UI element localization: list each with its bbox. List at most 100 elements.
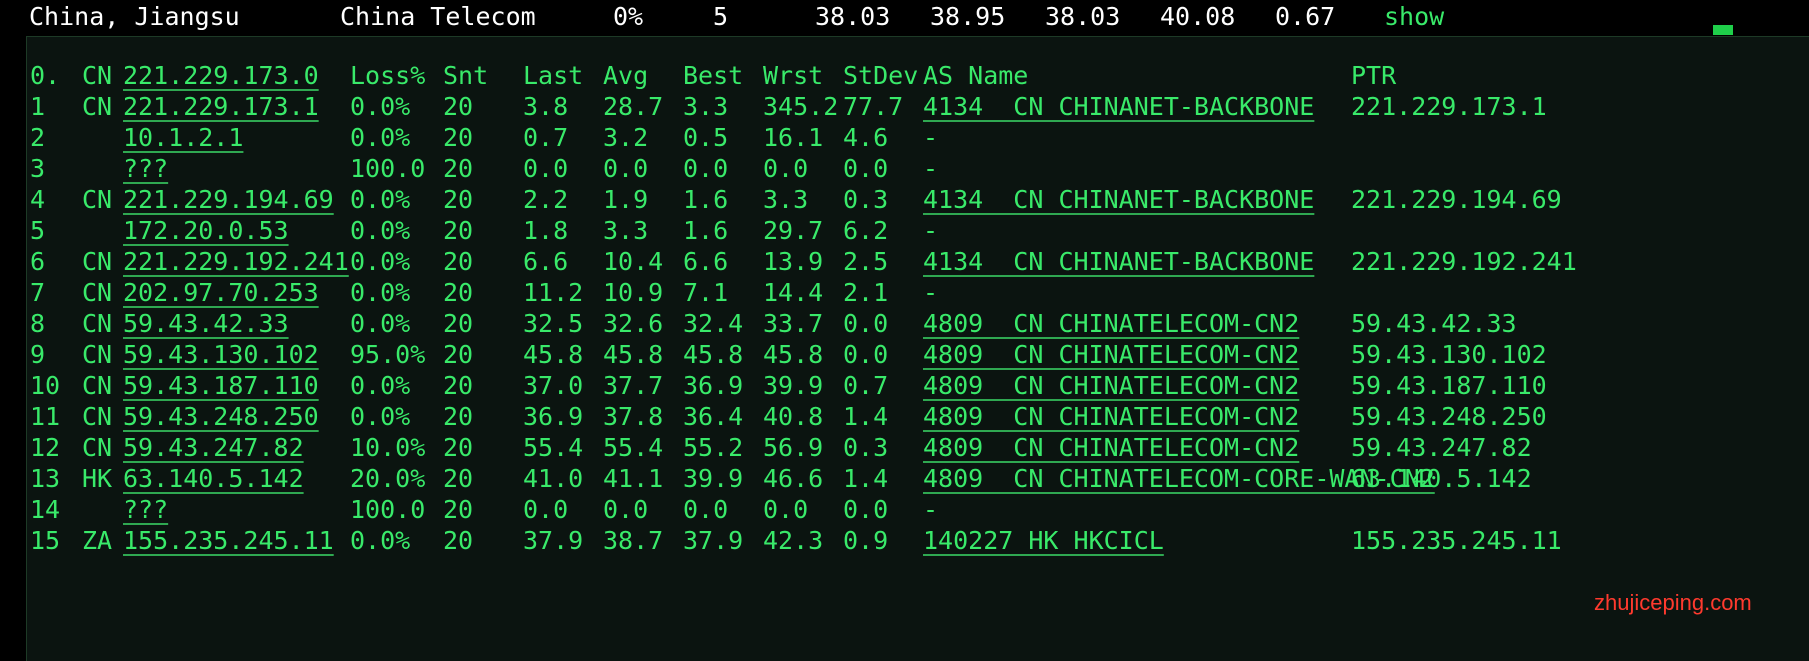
- hop-row-9-wrst: 45.8: [763, 340, 824, 369]
- hop-row-9-stdev: 0.0: [843, 340, 889, 369]
- hop-row-8-ip[interactable]: 59.43.42.33: [123, 307, 289, 341]
- hop-row-3-ip[interactable]: ???: [123, 152, 168, 186]
- hop-row-13-wrst: 46.6: [763, 464, 824, 493]
- summary-best: 38.03: [1045, 2, 1121, 31]
- header-cc: CN: [82, 61, 113, 90]
- header-hop: 0.: [30, 61, 61, 90]
- hop-row-9-ptr: 59.43.130.102: [1351, 340, 1547, 369]
- hop-row-13-ptr: 63.140.5.142: [1351, 464, 1532, 493]
- hop-row-11-stdev: 1.4: [843, 402, 889, 431]
- hop-row-7-avg: 10.9: [603, 278, 664, 307]
- hop-row-15-ip[interactable]: 155.235.245.11: [123, 524, 334, 558]
- hop-row-15-stdev: 0.9: [843, 526, 889, 555]
- hop-row-6-hop: 6: [30, 247, 46, 276]
- hop-row-12-wrst: 56.9: [763, 433, 824, 462]
- hop-row-2-last: 0.7: [523, 123, 569, 152]
- hop-row-5-ip[interactable]: 172.20.0.53: [123, 214, 289, 248]
- summary-bar: China, Jiangsu China Telecom 0% 5 38.03 …: [0, 0, 1809, 36]
- hop-row-12-ip[interactable]: 59.43.247.82: [123, 431, 304, 465]
- hop-row-4-ip[interactable]: 221.229.194.69: [123, 183, 334, 217]
- hop-row-2-loss: 0.0%: [350, 123, 411, 152]
- hop-row-15-snt: 20: [443, 526, 474, 555]
- hop-row-10-cc: CN: [82, 371, 113, 400]
- hop-row-5-avg: 3.3: [603, 216, 649, 245]
- hop-row-5-best: 1.6: [683, 216, 729, 245]
- hop-row-13-avg: 41.1: [603, 464, 664, 493]
- hop-row-1-as[interactable]: 4134 CN CHINANET-BACKBONE: [923, 90, 1314, 124]
- hop-row-11-hop: 11: [30, 402, 61, 431]
- hop-row-5-stdev: 6.2: [843, 216, 889, 245]
- hop-row-10-ptr: 59.43.187.110: [1351, 371, 1547, 400]
- hop-row-15-cc: ZA: [82, 526, 113, 555]
- hop-row-10-ip[interactable]: 59.43.187.110: [123, 369, 319, 403]
- hop-row-10-best: 36.9: [683, 371, 744, 400]
- hop-row-8-ptr: 59.43.42.33: [1351, 309, 1517, 338]
- hop-row-14-loss: 100.0: [350, 495, 426, 524]
- hop-row-1-hop: 1: [30, 92, 46, 121]
- hop-row-14-hop: 14: [30, 495, 61, 524]
- header-ip[interactable]: 221.229.173.0: [123, 59, 319, 93]
- hop-row-6-as[interactable]: 4134 CN CHINANET-BACKBONE: [923, 245, 1314, 279]
- hop-row-9-as[interactable]: 4809 CN CHINATELECOM-CN2: [923, 338, 1299, 372]
- hop-row-12-snt: 20: [443, 433, 474, 462]
- hop-row-15-as[interactable]: 140227 HK HKCICL: [923, 524, 1164, 558]
- hop-row-4-stdev: 0.3: [843, 185, 889, 214]
- hop-row-5-last: 1.8: [523, 216, 569, 245]
- hop-row-7-ip[interactable]: 202.97.70.253: [123, 276, 319, 310]
- hop-row-8-as[interactable]: 4809 CN CHINATELECOM-CN2: [923, 307, 1299, 341]
- hop-row-15-loss: 0.0%: [350, 526, 411, 555]
- header-best: Best: [683, 61, 744, 90]
- hop-row-13-ip[interactable]: 63.140.5.142: [123, 462, 304, 496]
- hop-row-9-loss: 95.0%: [350, 340, 426, 369]
- header-avg: Avg: [603, 61, 649, 90]
- hop-row-8-stdev: 0.0: [843, 309, 889, 338]
- hop-row-1-loss: 0.0%: [350, 92, 411, 121]
- hop-row-11-last: 36.9: [523, 402, 584, 431]
- hop-row-12-as[interactable]: 4809 CN CHINATELECOM-CN2: [923, 431, 1299, 465]
- hop-row-9-best: 45.8: [683, 340, 744, 369]
- hop-row-2-snt: 20: [443, 123, 474, 152]
- hop-row-11-ip[interactable]: 59.43.248.250: [123, 400, 319, 434]
- summary-last: 38.03: [815, 2, 891, 31]
- hop-row-4-best: 1.6: [683, 185, 729, 214]
- hop-row-7-snt: 20: [443, 278, 474, 307]
- hop-row-15-wrst: 42.3: [763, 526, 824, 555]
- hop-row-11-loss: 0.0%: [350, 402, 411, 431]
- hop-row-6-stdev: 2.5: [843, 247, 889, 276]
- hop-row-9-snt: 20: [443, 340, 474, 369]
- hop-row-12-best: 55.2: [683, 433, 744, 462]
- hop-row-1-stdev: 77.7: [843, 92, 904, 121]
- hop-row-11-as[interactable]: 4809 CN CHINATELECOM-CN2: [923, 400, 1299, 434]
- hop-row-1-last: 3.8: [523, 92, 569, 121]
- summary-loss: 0%: [613, 2, 644, 31]
- hop-row-2-wrst: 16.1: [763, 123, 824, 152]
- hop-row-6-ip[interactable]: 221.229.192.241: [123, 245, 349, 279]
- show-details-button[interactable]: show: [1384, 0, 1444, 34]
- hop-row-10-stdev: 0.7: [843, 371, 889, 400]
- hop-row-8-loss: 0.0%: [350, 309, 411, 338]
- hop-row-14-ip[interactable]: ???: [123, 493, 168, 527]
- hop-row-2-ip[interactable]: 10.1.2.1: [123, 121, 243, 155]
- hop-row-7-last: 11.2: [523, 278, 584, 307]
- header-stdev: StDev: [843, 61, 919, 90]
- hop-row-4-wrst: 3.3: [763, 185, 809, 214]
- hop-row-6-avg: 10.4: [603, 247, 664, 276]
- hop-row-3-last: 0.0: [523, 154, 569, 183]
- summary-location: China, Jiangsu: [29, 2, 240, 31]
- summary-sent: 5: [713, 2, 729, 31]
- hop-row-10-as[interactable]: 4809 CN CHINATELECOM-CN2: [923, 369, 1299, 403]
- hop-row-6-loss: 0.0%: [350, 247, 411, 276]
- hop-row-14-avg: 0.0: [603, 495, 649, 524]
- hop-row-9-ip[interactable]: 59.43.130.102: [123, 338, 319, 372]
- hop-row-9-avg: 45.8: [603, 340, 664, 369]
- hop-row-11-snt: 20: [443, 402, 474, 431]
- header-last: Last: [523, 61, 584, 90]
- hop-row-1-ptr: 221.229.173.1: [1351, 92, 1547, 121]
- hop-row-1-ip[interactable]: 221.229.173.1: [123, 90, 319, 124]
- hop-row-6-snt: 20: [443, 247, 474, 276]
- hop-row-3-best: 0.0: [683, 154, 729, 183]
- hop-row-14-stdev: 0.0: [843, 495, 889, 524]
- hop-row-8-last: 32.5: [523, 309, 584, 338]
- hop-row-7-best: 7.1: [683, 278, 729, 307]
- hop-row-4-as[interactable]: 4134 CN CHINANET-BACKBONE: [923, 183, 1314, 217]
